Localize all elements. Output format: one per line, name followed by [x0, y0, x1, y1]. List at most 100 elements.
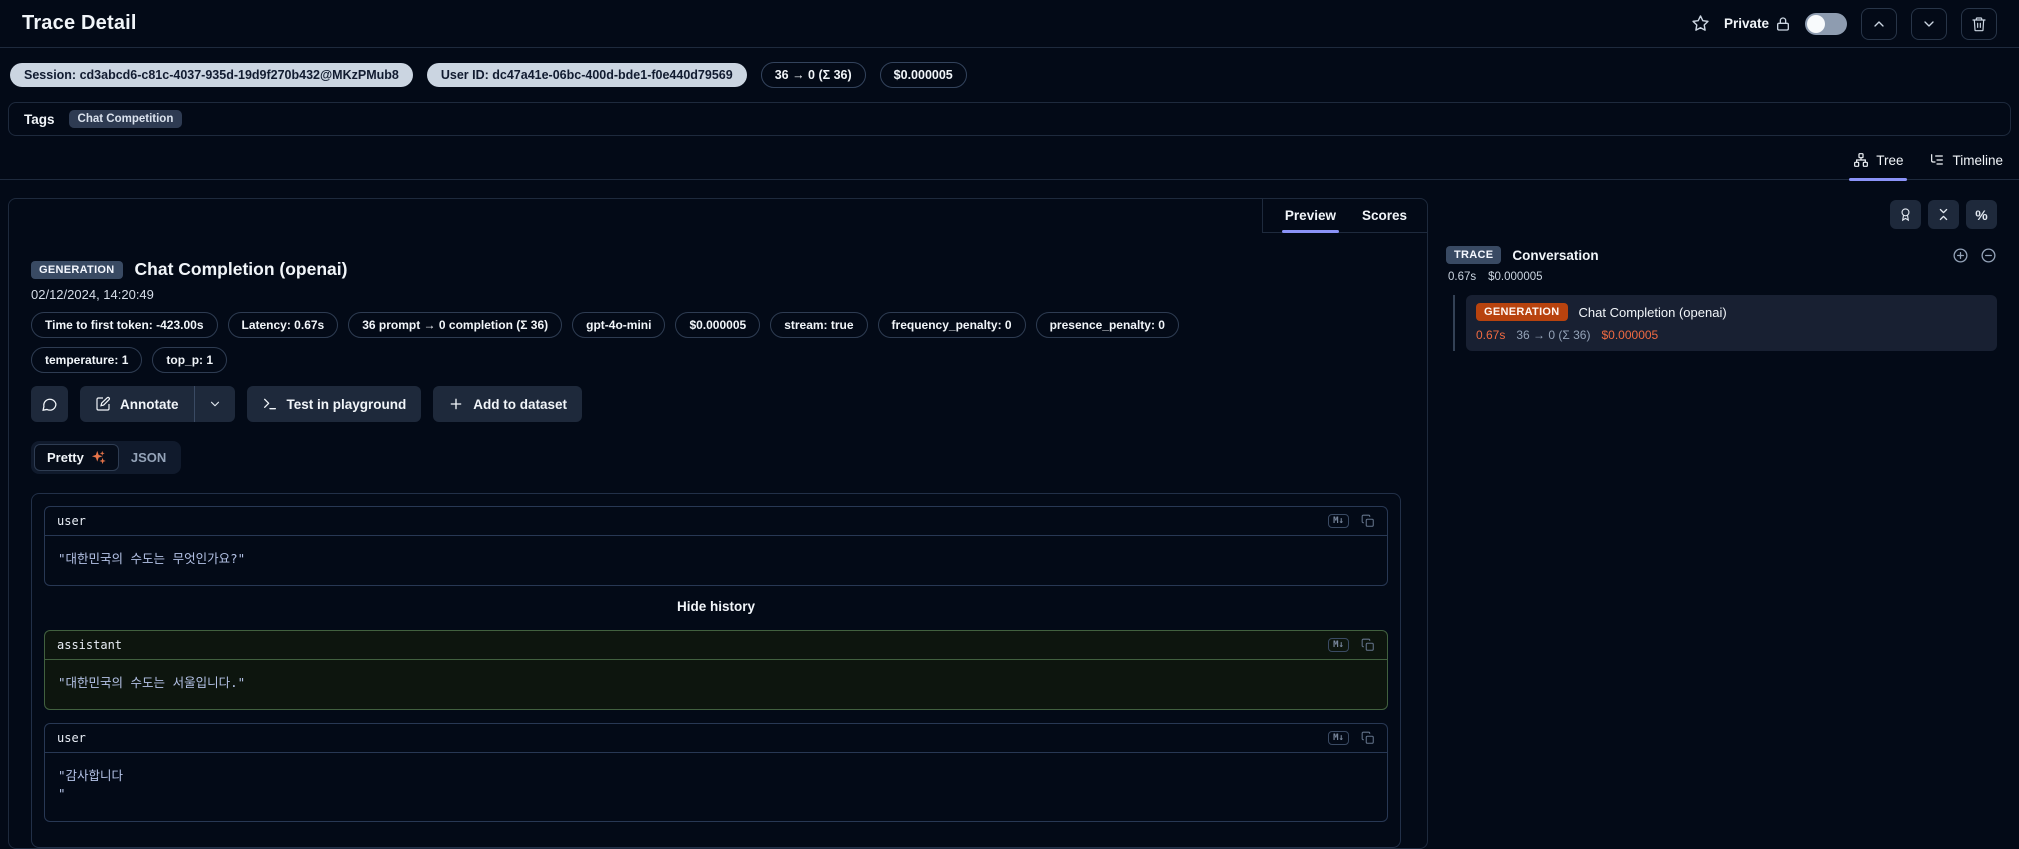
- expand-all-icon[interactable]: [1952, 247, 1969, 264]
- content-area: Preview Scores GENERATION Chat Completio…: [0, 180, 2019, 849]
- terminal-icon: [263, 398, 276, 410]
- hide-history-button[interactable]: Hide history: [44, 599, 1388, 614]
- message-role: assistant: [57, 638, 123, 653]
- sparkles-icon: [91, 450, 106, 465]
- tab-timeline-label: Timeline: [1952, 152, 2003, 168]
- annotate-split-button: Annotate: [80, 386, 235, 422]
- json-toggle[interactable]: JSON: [119, 445, 178, 470]
- copy-icon[interactable]: [1361, 514, 1375, 528]
- tab-scores[interactable]: Scores: [1362, 199, 1407, 233]
- tab-tree[interactable]: Tree: [1849, 152, 1908, 181]
- tree-controls: %: [1446, 200, 1997, 229]
- message-role: user: [57, 514, 86, 528]
- tags-label: Tags: [24, 111, 55, 127]
- trace-metrics: 0.67s $0.000005: [1446, 271, 1997, 283]
- annotate-dropdown-button[interactable]: [195, 386, 235, 422]
- message-content: "대한민국의 수도는 무엇인가요?": [58, 551, 246, 566]
- markdown-toggle-icon[interactable]: M↓: [1328, 514, 1349, 528]
- add-to-dataset-label: Add to dataset: [473, 396, 568, 412]
- lock-icon: [1775, 16, 1791, 32]
- trace-badge: TRACE: [1446, 246, 1502, 264]
- temperature-badge: temperature: 1: [31, 347, 143, 373]
- trace-tree-sidebar: % TRACE Conversation 0.67s $0.000005 GEN…: [1428, 198, 2011, 351]
- metrics-toggle-button[interactable]: %: [1966, 200, 1997, 229]
- tab-timeline[interactable]: Timeline: [1929, 152, 2003, 179]
- panel-body: GENERATION Chat Completion (openai) 02/1…: [9, 199, 1427, 848]
- trash-icon: [1972, 16, 1986, 31]
- message-tools: M↓: [1328, 514, 1375, 528]
- message-content: "대한민국의 수도는 서울입니다.": [58, 675, 246, 691]
- comment-icon: [42, 398, 57, 411]
- page-header: Trace Detail Private: [0, 0, 2019, 48]
- add-to-dataset-button[interactable]: Add to dataset: [433, 386, 583, 422]
- copy-icon[interactable]: [1361, 731, 1375, 745]
- panel-tabs: Preview Scores: [1261, 199, 1427, 233]
- token-usage-badge: 36 → 0 (Σ 36): [760, 62, 866, 88]
- obs-cost-badge: $0.000005: [675, 312, 761, 338]
- cost-badge: $0.000005: [879, 62, 967, 88]
- markdown-toggle-icon[interactable]: M↓: [1328, 638, 1349, 653]
- award-icon: [1901, 208, 1910, 222]
- delete-trace-button[interactable]: [1961, 7, 1997, 40]
- observation-title: Chat Completion (openai): [134, 259, 348, 279]
- chevron-up-icon: [1874, 20, 1884, 27]
- observation-badges: Time to first token: -423.00s Latency: 0…: [31, 312, 1291, 373]
- node-title: Chat Completion (openai): [1578, 304, 1727, 320]
- chevron-down-icon: [1924, 20, 1934, 27]
- collapse-icon[interactable]: [1980, 247, 1997, 264]
- public-toggle[interactable]: [1805, 12, 1847, 35]
- test-in-playground-label: Test in playground: [286, 396, 407, 412]
- top-p-badge: top_p: 1: [152, 347, 228, 373]
- message-header: user M↓: [45, 507, 1387, 536]
- node-latency: 0.67s: [1476, 328, 1506, 342]
- message-tools: M↓: [1328, 638, 1375, 653]
- format-toggle: Pretty JSON: [31, 441, 182, 474]
- prev-trace-button[interactable]: [1861, 7, 1897, 40]
- collapse-all-button[interactable]: [1928, 200, 1959, 229]
- fold-vertical-icon: [1939, 208, 1948, 221]
- message-user-1: user M↓ "대한민국의 수도는 무엇인가요?": [44, 506, 1388, 587]
- percent-icon: %: [1975, 206, 1988, 223]
- trace-root-row[interactable]: TRACE Conversation: [1446, 246, 1997, 264]
- annotate-label: Annotate: [120, 396, 179, 412]
- message-role: user: [57, 731, 86, 746]
- message-header: user M↓: [45, 724, 1387, 754]
- markdown-toggle-icon[interactable]: M↓: [1328, 731, 1349, 746]
- node-header: GENERATION Chat Completion (openai): [1476, 303, 1987, 321]
- bookmark-star-icon[interactable]: [1691, 14, 1710, 33]
- pretty-toggle[interactable]: Pretty: [34, 444, 119, 471]
- tab-preview[interactable]: Preview: [1281, 199, 1340, 233]
- scores-toggle-button[interactable]: [1890, 200, 1921, 229]
- generation-type-badge: GENERATION: [31, 260, 123, 279]
- tree-children: GENERATION Chat Completion (openai) 0.67…: [1453, 295, 1997, 351]
- observation-timestamp: 02/12/2024, 14:20:49: [31, 287, 154, 302]
- model-badge[interactable]: gpt-4o-mini: [572, 312, 666, 338]
- trace-title: Conversation: [1512, 247, 1599, 263]
- privacy-status: Private: [1724, 16, 1791, 32]
- tree-node-generation[interactable]: GENERATION Chat Completion (openai) 0.67…: [1466, 295, 1997, 351]
- test-in-playground-button[interactable]: Test in playground: [246, 386, 422, 422]
- frequency-penalty-badge: frequency_penalty: 0: [877, 312, 1026, 338]
- tree-icon: [1854, 153, 1869, 167]
- presence-penalty-badge: presence_penalty: 0: [1035, 312, 1179, 338]
- tags-row: Tags Chat Competition: [8, 102, 2011, 136]
- user-id-badge[interactable]: User ID: dc47a41e-06bc-400d-bde1-f0e440d…: [426, 63, 747, 87]
- pretty-label: Pretty: [47, 450, 84, 465]
- node-cost: $0.000005: [1601, 328, 1659, 342]
- edit-icon: [96, 396, 110, 411]
- annotate-button[interactable]: Annotate: [80, 386, 194, 422]
- toggle-knob: [1807, 14, 1825, 33]
- generation-badge: GENERATION: [1476, 303, 1568, 321]
- tag-chip[interactable]: Chat Competition: [68, 110, 183, 128]
- comments-button[interactable]: [31, 386, 68, 422]
- page-title: Trace Detail: [22, 12, 137, 34]
- view-tabs: Tree Timeline: [0, 136, 2019, 181]
- next-trace-button[interactable]: [1911, 7, 1947, 40]
- copy-icon[interactable]: [1361, 638, 1375, 652]
- timeline-icon: [1931, 154, 1944, 165]
- node-metrics: 0.67s 36 → 0 (Σ 36) $0.000005: [1476, 328, 1987, 342]
- session-badge[interactable]: Session: cd3abcd6-c81c-4037-935d-19d9f27…: [10, 63, 413, 87]
- trace-latency: 0.67s: [1448, 271, 1477, 283]
- tab-tree-label: Tree: [1876, 152, 1904, 168]
- header-controls: Private: [1691, 7, 1997, 40]
